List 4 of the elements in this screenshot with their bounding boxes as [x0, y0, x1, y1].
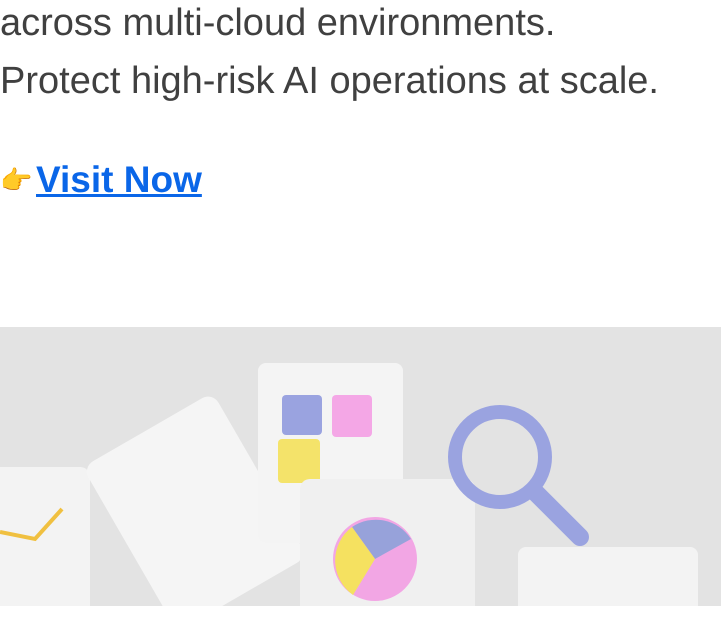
- paragraph-line: across multi-cloud environments.: [0, 1, 556, 46]
- pointing-hand-icon: 👉: [0, 165, 32, 195]
- paragraph-line: Protect high-risk AI operations at scale.: [0, 59, 660, 104]
- visit-link[interactable]: Visit Now: [36, 159, 202, 201]
